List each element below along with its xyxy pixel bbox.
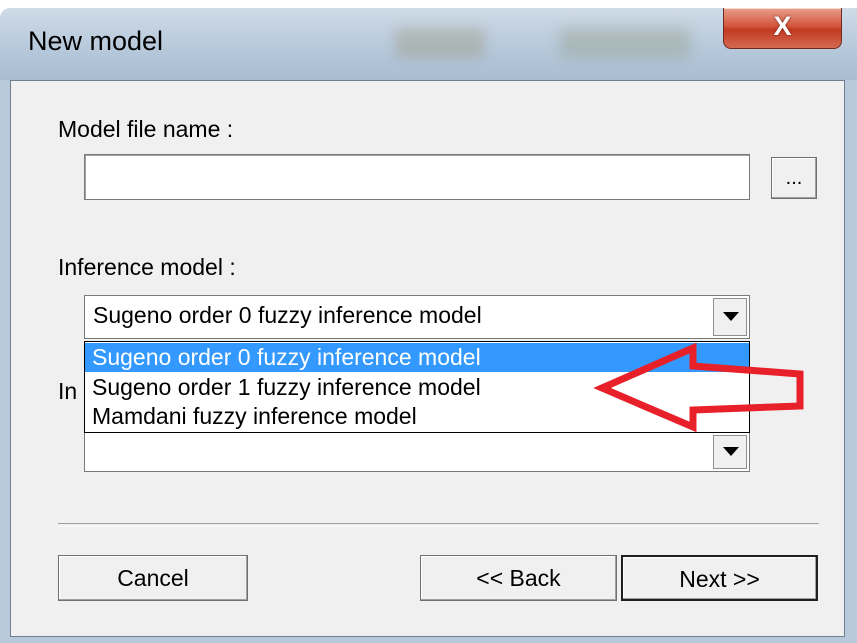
red-arrow-outline-icon bbox=[593, 342, 804, 433]
